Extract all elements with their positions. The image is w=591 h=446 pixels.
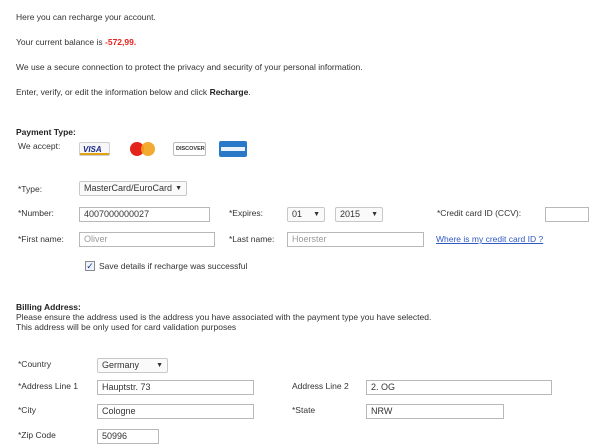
card-type-value: MasterCard/EuroCard [84, 183, 173, 193]
card-type-select[interactable]: MasterCard/EuroCard ▼ [79, 181, 187, 196]
address1-label: *Address Line 1 [18, 381, 79, 391]
secure-connection-text: We use a secure connection to protect th… [16, 62, 363, 72]
expires-year-select[interactable]: 2015 ▼ [335, 207, 383, 222]
instructions-recharge: Recharge [209, 87, 249, 97]
save-details-label: Save details if recharge was successful [99, 261, 248, 271]
zip-input[interactable]: 50996 [97, 429, 159, 444]
balance-label: Your current balance is [16, 37, 103, 47]
expires-label: *Expires: [229, 208, 264, 218]
state-label: *State [292, 405, 316, 415]
address1-input[interactable]: Hauptstr. 73 [97, 380, 254, 395]
we-accept-label: We accept: [18, 141, 61, 151]
billing-desc-2: This address will be only used for card … [16, 322, 237, 332]
address2-label: Address Line 2 [292, 381, 349, 391]
chevron-down-icon: ▼ [156, 362, 163, 369]
save-details-checkbox[interactable]: ✓ [85, 261, 95, 271]
lastname-input[interactable]: Hoerster [287, 232, 424, 247]
instructions-end: . [248, 87, 251, 97]
chevron-down-icon: ▼ [313, 211, 320, 218]
firstname-input[interactable]: Oliver [79, 232, 215, 247]
type-label: *Type: [18, 184, 43, 194]
balance-line: Your current balance is -572,99. [16, 37, 136, 47]
number-label: *Number: [18, 208, 54, 218]
chevron-down-icon: ▼ [175, 185, 182, 192]
where-ccv-link[interactable]: Where is my credit card ID ? [436, 234, 543, 244]
balance-value: -572,99. [105, 37, 137, 47]
expires-month-select[interactable]: 01 ▼ [287, 207, 325, 222]
expires-month-value: 01 [292, 209, 303, 219]
ccv-label: *Credit card ID (CCV): [437, 208, 522, 218]
country-select[interactable]: Germany ▼ [97, 358, 168, 373]
state-input[interactable]: NRW [366, 404, 504, 419]
firstname-label: *First name: [18, 234, 64, 244]
expires-year-value: 2015 [340, 209, 361, 219]
billing-title: Billing Address: [16, 302, 81, 312]
zip-label: *Zip Code [18, 430, 56, 440]
ccv-input[interactable] [545, 207, 589, 222]
city-input[interactable]: Cologne [97, 404, 254, 419]
mastercard-icon [128, 141, 158, 157]
card-number-input[interactable]: 4007000000027 [79, 207, 210, 222]
address2-input[interactable]: 2. OG [366, 380, 552, 395]
country-value: Germany [102, 360, 140, 370]
city-label: *City [18, 405, 36, 415]
visa-icon: VISA [79, 142, 110, 156]
intro-text: Here you can recharge your account. [16, 12, 156, 22]
lastname-label: *Last name: [229, 234, 275, 244]
billing-desc-1: Please ensure the address used is the ad… [16, 312, 432, 322]
instructions-line: Enter, verify, or edit the information b… [16, 87, 251, 97]
country-label: *Country [18, 359, 52, 369]
discover-icon: DISCOVER [173, 142, 206, 156]
amex-icon [219, 141, 247, 157]
chevron-down-icon: ▼ [371, 211, 378, 218]
instructions-text: Enter, verify, or edit the information b… [16, 87, 208, 97]
payment-type-title: Payment Type: [16, 127, 76, 137]
